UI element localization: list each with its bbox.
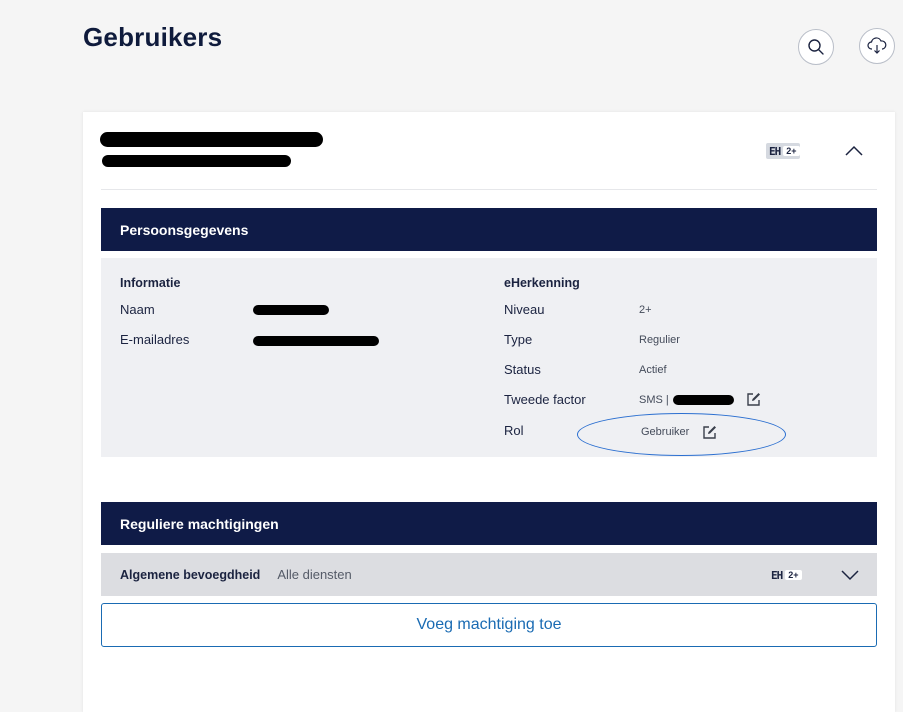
section-heading-persoonsgegevens: Persoonsgegevens <box>101 208 877 251</box>
machtiging-eh-badge: EH 2+ <box>768 567 802 583</box>
tweede-factor-label: Tweede factor <box>504 392 586 407</box>
divider <box>101 189 877 190</box>
search-icon <box>808 39 824 55</box>
redacted-naam-value <box>253 305 329 315</box>
download-button[interactable] <box>859 28 895 64</box>
eh-level-badge: EH 2+ <box>766 143 800 159</box>
page-title: Gebruikers <box>83 22 223 52</box>
section-heading-machtigingen: Reguliere machtigingen <box>101 502 877 545</box>
type-value: Regulier <box>639 334 680 346</box>
chevron-down-icon[interactable] <box>840 569 860 581</box>
eherkenning-heading: eHerkenning <box>504 276 580 290</box>
tweede-factor-value: SMS | <box>639 394 669 406</box>
eh-label: EH <box>771 568 783 582</box>
redacted-user-name <box>100 132 323 147</box>
niveau-value: 2+ <box>639 304 652 316</box>
redacted-phone-number <box>673 395 734 405</box>
rol-label: Rol <box>504 423 524 438</box>
chevron-up-icon[interactable] <box>844 145 864 157</box>
naam-label: Naam <box>120 302 155 317</box>
machtiging-title: Algemene bevoegdheid <box>120 567 261 582</box>
add-machtiging-button[interactable]: Voeg machtiging toe <box>101 603 877 647</box>
eh-level: 2+ <box>783 146 800 156</box>
email-label: E-mailadres <box>120 332 190 347</box>
type-label: Type <box>504 332 533 347</box>
edit-icon[interactable] <box>746 392 761 407</box>
search-button[interactable] <box>798 29 834 65</box>
niveau-label: Niveau <box>504 302 545 317</box>
machtiging-row[interactable]: Algemene bevoegdheid Alle diensten <box>101 553 877 596</box>
highlight-annotation <box>577 413 786 456</box>
status-value: Actief <box>639 364 667 376</box>
informatie-heading: Informatie <box>120 276 181 290</box>
eh-label: EH <box>769 144 781 158</box>
cloud-download-icon <box>867 37 887 54</box>
redacted-email-value <box>253 336 379 346</box>
machtiging-subtitle: Alle diensten <box>277 567 352 582</box>
status-label: Status <box>504 362 541 377</box>
redacted-user-email <box>102 155 291 167</box>
eh-level: 2+ <box>785 570 802 580</box>
user-card: EH 2+ Persoonsgegevens Informatie Naam E… <box>83 112 895 712</box>
